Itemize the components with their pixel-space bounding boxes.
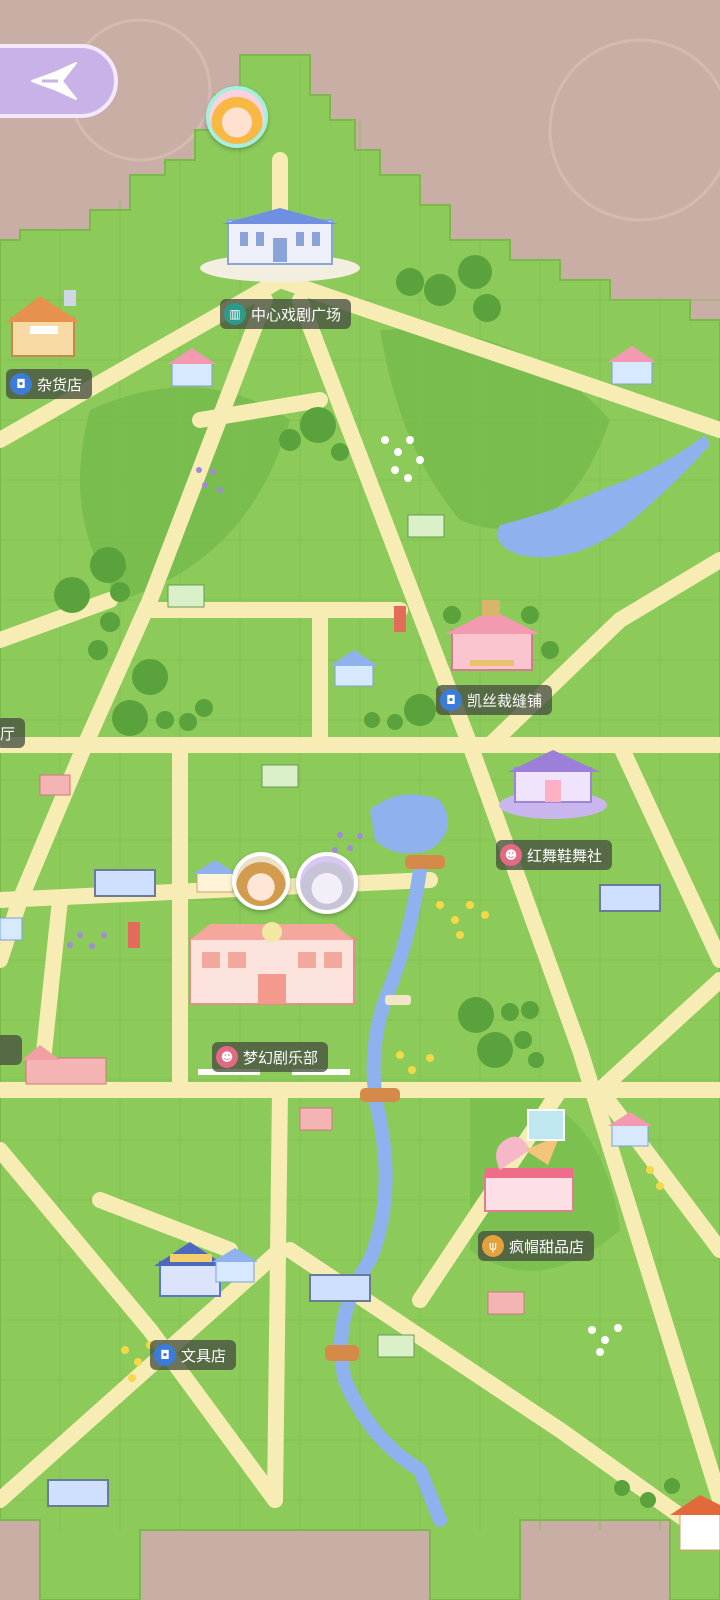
label-partial-left[interactable]: 厅: [0, 718, 26, 748]
label-text: 杂货店: [37, 375, 83, 394]
bridge: [405, 855, 445, 869]
label-text: 梦幻剧乐部: [243, 1048, 319, 1067]
shopping-bag-icon: ◘: [10, 373, 32, 395]
city-map[interactable]: [0, 0, 720, 1600]
theater-building-icon: ▥: [224, 303, 246, 325]
pond: [370, 794, 448, 854]
label-dream-club[interactable]: ☻ 梦幻剧乐部: [212, 1042, 329, 1072]
label-grocery[interactable]: ◘ 杂货店: [6, 369, 93, 399]
bridge: [325, 1345, 359, 1361]
label-text: 凯丝裁缝铺: [467, 691, 543, 710]
label-dessert[interactable]: ψ 疯帽甜品店: [478, 1231, 595, 1261]
label-text: 红舞鞋舞社: [527, 846, 603, 865]
compass-arrow-icon: [31, 62, 77, 100]
label-partial-left-2[interactable]: [0, 1035, 22, 1065]
drama-mask-icon: ☻: [500, 844, 522, 866]
npc-avatar-1[interactable]: [232, 852, 290, 910]
label-stationery[interactable]: ◘ 文具店: [150, 1340, 237, 1370]
fork-spoon-icon: ψ: [482, 1235, 504, 1257]
bridge: [360, 1088, 400, 1102]
bridge: [385, 995, 411, 1005]
label-text: 疯帽甜品店: [509, 1237, 585, 1256]
drama-mask-icon: ☻: [216, 1046, 238, 1068]
bg-swirl: [548, 38, 720, 222]
label-text: 文具店: [181, 1346, 227, 1365]
label-text: 中心戏剧广场: [251, 305, 342, 324]
shopping-bag-icon: ◘: [440, 689, 462, 711]
label-central-plaza[interactable]: ▥ 中心戏剧广场: [220, 299, 352, 329]
npc-avatar-2[interactable]: [296, 852, 358, 914]
label-tailor[interactable]: ◘ 凯丝裁缝铺: [436, 685, 553, 715]
label-red-shoes[interactable]: ☻ 红舞鞋舞社: [496, 840, 613, 870]
label-text: 厅: [0, 724, 16, 743]
shopping-bag-icon: ◘: [154, 1344, 176, 1366]
back-button[interactable]: [0, 44, 118, 118]
player-avatar-marker[interactable]: [206, 86, 268, 148]
